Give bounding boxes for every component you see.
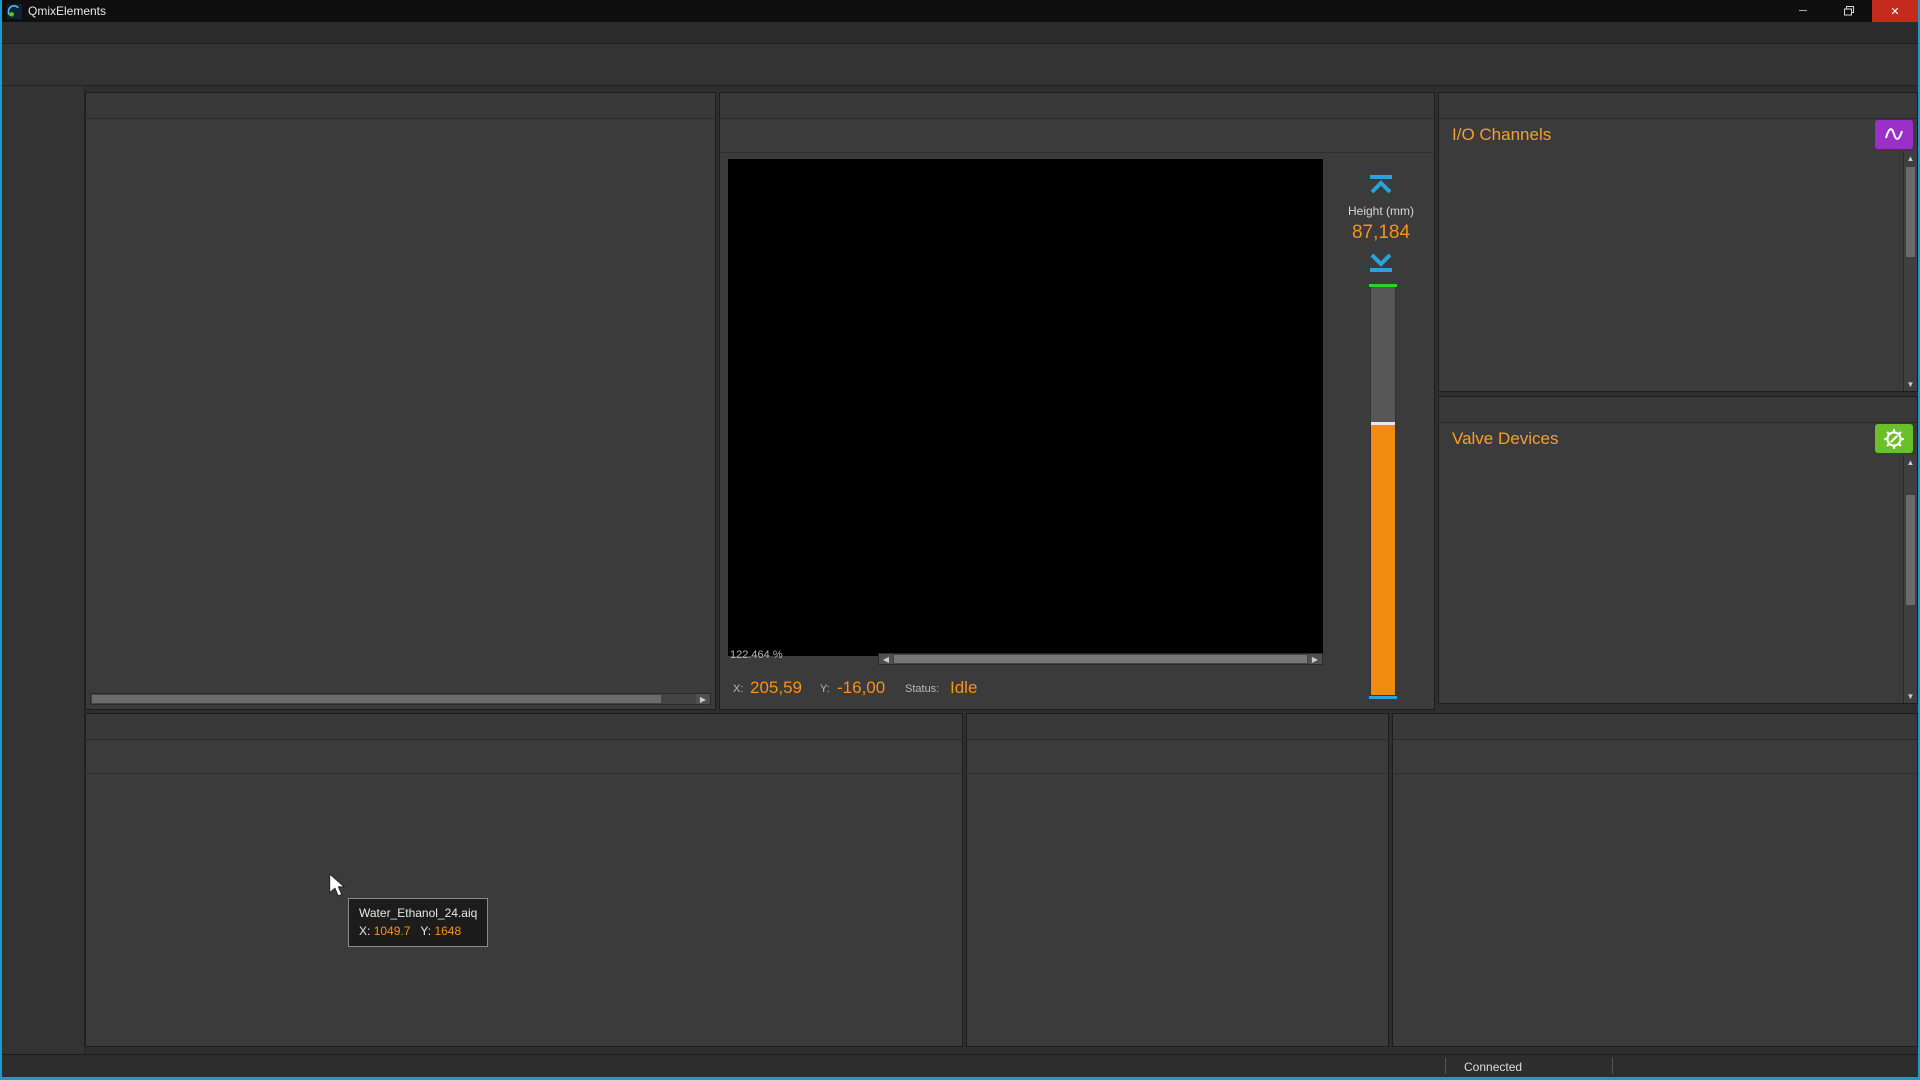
menu-bar (2, 22, 1918, 44)
status-bar: Connected (2, 1054, 1918, 1080)
title-bar: QmixElements ─ ✕ (2, 0, 1918, 22)
connection-status: Connected (1464, 1060, 1522, 1074)
io-channels-icon (1875, 120, 1913, 149)
move-down-icon[interactable] (1328, 252, 1434, 279)
valve-devices-icon (1875, 424, 1913, 453)
app-icon (7, 4, 22, 19)
rotaxys-horizontal-scrollbar[interactable]: ◀ ▶ (878, 653, 1323, 665)
zoom-level: 122.464 % (730, 649, 783, 661)
height-label: Height (mm) (1328, 204, 1434, 218)
panel-logging (1392, 713, 1918, 1047)
io-vertical-scrollbar[interactable]: ▲▼ (1903, 151, 1917, 391)
nemesys-columns (86, 119, 715, 697)
spectra-toolbar (86, 740, 962, 774)
main-toolbar (2, 44, 1918, 86)
close-button[interactable]: ✕ (1872, 0, 1918, 22)
nemesys-horizontal-scrollbar[interactable]: ▶ (90, 693, 711, 705)
valve-devices-title: Valve Devices (1439, 423, 1917, 455)
x-coordinate-label: X: (733, 683, 743, 695)
window-title: QmixElements (28, 4, 106, 18)
panel-io-channels: I/O Channels ▲▼ (1438, 92, 1918, 392)
camera-image (967, 774, 1388, 1046)
minimize-button[interactable]: ─ (1780, 0, 1826, 22)
rotaxys-toolbar (720, 119, 1434, 153)
panel-rotaxys: Height (mm) 87,184 122.464 % ◀ ▶ (719, 92, 1435, 710)
valve-vertical-scrollbar[interactable]: ▲▼ (1903, 455, 1917, 703)
move-up-icon[interactable] (1328, 173, 1434, 200)
height-slider[interactable] (1370, 286, 1396, 696)
rotaxys-height-controls: Height (mm) 87,184 (1328, 159, 1434, 699)
tooltip-title: Water_Ethanol_24.aiq (359, 904, 477, 922)
dock-area: ▶ Height (mm) 87,184 (85, 86, 1918, 1054)
workspace: ▶ Height (mm) 87,184 (2, 86, 1918, 1054)
status-value: Idle (950, 678, 977, 698)
restore-button[interactable] (1826, 0, 1872, 22)
logging-chart (1393, 777, 1917, 1005)
y-coordinate-value: -16,00 (837, 678, 885, 698)
panel-valve-devices: Valve Devices ▲▼ (1438, 396, 1918, 704)
y-coordinate-label: Y: (820, 683, 830, 695)
spectra-tooltip: Water_Ethanol_24.aiq X: 1049.7 Y: 1648 (348, 898, 488, 947)
panel-spectra-viewer: Water_Ethanol_24.aiq X: 1049.7 Y: 1648 (85, 713, 963, 1047)
camera-toolbar (967, 740, 1388, 774)
panel-camera (966, 713, 1389, 1047)
status-label: Status: (905, 683, 939, 695)
height-value: 87,184 (1328, 222, 1434, 244)
rotaxys-camera-view (728, 159, 1323, 656)
spectra-chart (86, 774, 962, 1046)
device-sidebar (2, 86, 85, 1054)
io-channels-title: I/O Channels (1439, 119, 1917, 151)
mouse-cursor (329, 874, 346, 898)
panel-nemesys: ▶ (85, 92, 716, 710)
application-window: QmixElements ─ ✕ ▶ (0, 0, 1920, 1080)
x-coordinate-value: 205,59 (750, 678, 802, 698)
logging-toolbar (1393, 740, 1917, 774)
